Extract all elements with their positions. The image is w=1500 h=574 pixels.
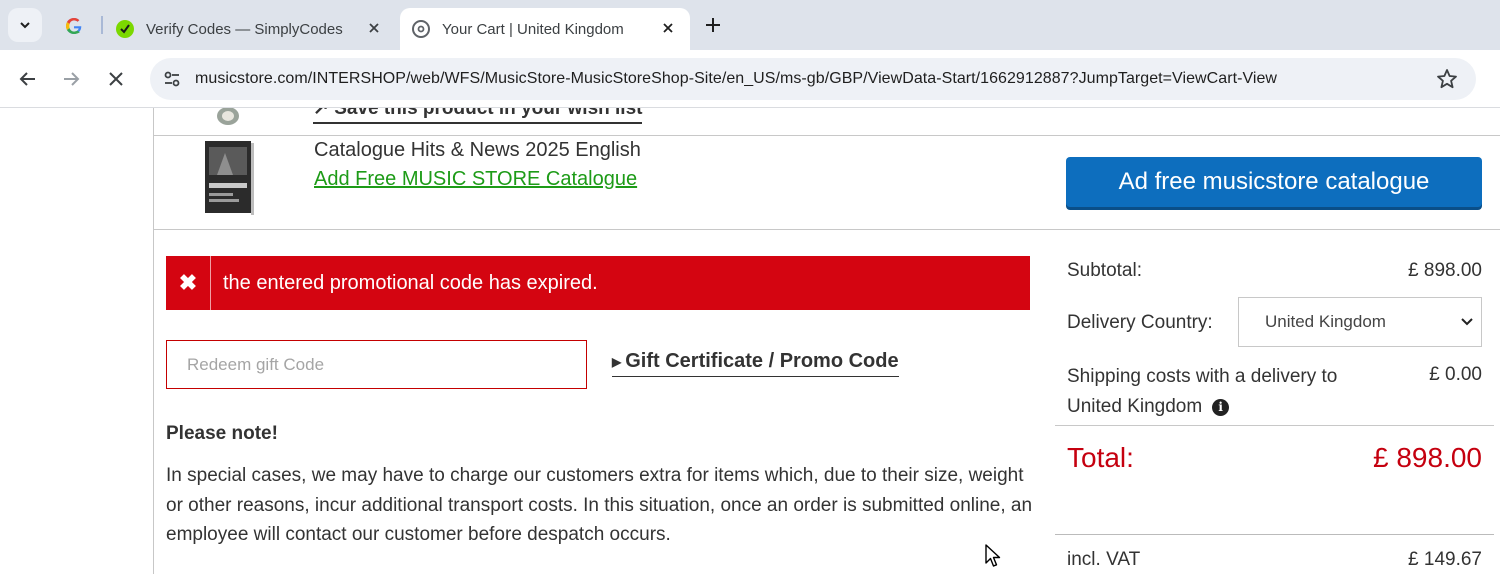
shipping-value: £ 0.00 xyxy=(1429,364,1482,385)
delivery-country-label: Delivery Country: xyxy=(1067,312,1213,333)
shipping-label-text: Shipping costs with a delivery to United… xyxy=(1067,366,1338,417)
product-thumbnail[interactable] xyxy=(214,108,242,128)
mouse-cursor-icon xyxy=(985,544,1001,567)
add-catalogue-button[interactable]: Ad free musicstore catalogue xyxy=(1066,157,1482,207)
catalogue-title: Catalogue Hits & News 2025 English xyxy=(314,139,641,161)
total-value: £ 898.00 xyxy=(1373,442,1482,473)
plus-icon xyxy=(706,18,720,32)
divider xyxy=(1055,534,1494,535)
promo-code-toggle[interactable]: ▶ Gift Certificate / Promo Code xyxy=(612,350,899,377)
vat-value: £ 149.67 xyxy=(1408,549,1482,570)
arrow-right-icon xyxy=(64,72,80,86)
catalogue-thumbnail[interactable] xyxy=(203,139,255,217)
error-x-icon: ✖ xyxy=(166,256,211,310)
close-tab-icon[interactable] xyxy=(364,18,384,38)
save-to-wishlist-link[interactable]: ↗ Save this product in your wish list xyxy=(313,108,643,124)
tab-separator xyxy=(101,16,103,34)
divider xyxy=(154,229,1500,230)
delivery-country-value: United Kingdom xyxy=(1265,312,1386,331)
google-pinned-tab[interactable] xyxy=(62,14,86,38)
caret-right-icon: ▶ xyxy=(612,354,622,369)
subtotal-label: Subtotal: xyxy=(1067,260,1142,281)
close-tab-icon[interactable] xyxy=(658,18,678,38)
site-settings-icon[interactable] xyxy=(162,69,182,89)
note-title: Please note! xyxy=(166,423,278,444)
bookmark-star-icon[interactable] xyxy=(1436,68,1458,90)
url-text[interactable]: musicstore.com/INTERSHOP/web/WFS/MusicSt… xyxy=(195,70,1277,88)
shipping-label: Shipping costs with a delivery to United… xyxy=(1067,362,1387,422)
tab-simplycodes[interactable]: Verify Codes — SimplyCodes xyxy=(104,8,396,50)
chevron-down-icon xyxy=(1461,318,1473,326)
vat-label: incl. VAT xyxy=(1067,549,1141,570)
gift-code-input[interactable] xyxy=(166,340,587,389)
chevron-down-icon xyxy=(20,22,30,29)
browser-tabstrip: Verify Codes — SimplyCodes Your Cart | U… xyxy=(0,0,1500,50)
cart-page: ↗ Save this product in your wish list Ca… xyxy=(0,108,1500,574)
close-icon xyxy=(109,72,123,86)
back-button[interactable] xyxy=(15,66,41,92)
add-catalogue-link[interactable]: Add Free MUSIC STORE Catalogue xyxy=(314,168,637,191)
info-icon[interactable]: i xyxy=(1212,398,1230,416)
browser-toolbar: musicstore.com/INTERSHOP/web/WFS/MusicSt… xyxy=(0,50,1500,108)
note-text: In special cases, we may have to charge … xyxy=(166,465,1033,545)
arrow-left-icon xyxy=(19,72,35,86)
tab-title: Your Cart | United Kingdom xyxy=(442,20,624,38)
error-message: the entered promotional code has expired… xyxy=(223,271,598,294)
tab-search-button[interactable] xyxy=(8,8,42,42)
musicstore-favicon-icon xyxy=(412,20,430,38)
forward-button[interactable] xyxy=(58,66,84,92)
delivery-country-select[interactable]: United Kingdom xyxy=(1238,297,1482,347)
divider xyxy=(154,135,1500,136)
subtotal-value: £ 898.00 xyxy=(1408,260,1482,281)
tab-title: Verify Codes — SimplyCodes xyxy=(146,20,343,38)
promo-error-alert: ✖ the entered promotional code has expir… xyxy=(166,256,1030,310)
divider xyxy=(1055,425,1494,426)
google-icon xyxy=(66,18,82,34)
simplycodes-favicon-icon xyxy=(116,20,134,38)
stop-loading-button[interactable] xyxy=(103,66,129,92)
address-bar[interactable]: musicstore.com/INTERSHOP/web/WFS/MusicSt… xyxy=(150,58,1476,100)
new-tab-button[interactable] xyxy=(701,13,725,37)
promo-code-label: Gift Certificate / Promo Code xyxy=(625,350,899,372)
content-border xyxy=(153,108,154,574)
tab-your-cart[interactable]: Your Cart | United Kingdom xyxy=(400,8,690,50)
total-label: Total: xyxy=(1067,442,1134,473)
